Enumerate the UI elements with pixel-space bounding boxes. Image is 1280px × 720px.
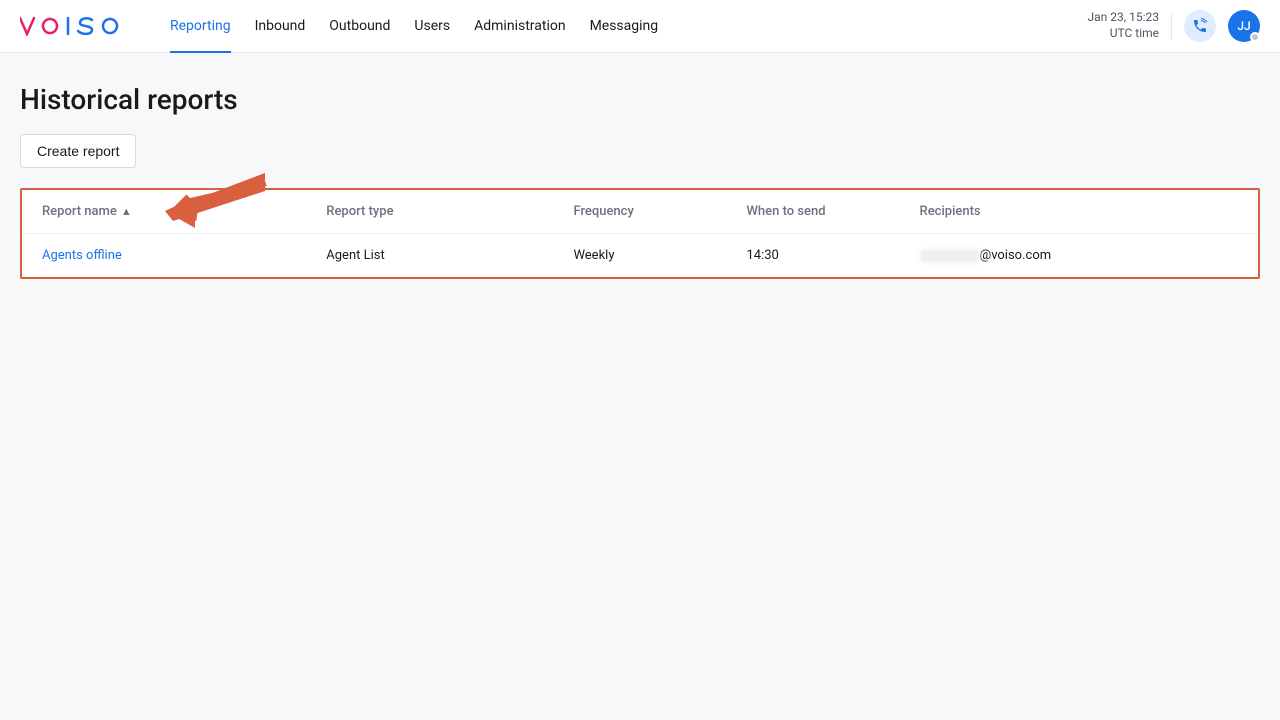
nav-label: Reporting (170, 18, 231, 34)
dialer-button[interactable] (1184, 10, 1216, 42)
nav-outbound[interactable]: Outbound (317, 0, 402, 52)
datetime-display: Jan 23, 15:23 UTC time (1088, 10, 1159, 41)
table-row: Agents offline Agent List Weekly 14:30 @… (22, 234, 1258, 278)
col-recipients[interactable]: Recipients (900, 190, 1258, 234)
col-frequency[interactable]: Frequency (553, 190, 726, 234)
cell-report-name[interactable]: Agents offline (22, 234, 306, 278)
divider (1171, 12, 1172, 40)
reports-table: Report name ▲ Report type Frequency When … (22, 190, 1258, 277)
col-report-name[interactable]: Report name ▲ (22, 190, 306, 234)
nav-label: Users (414, 18, 450, 34)
user-avatar[interactable]: JJ (1228, 10, 1260, 42)
col-when-to-send[interactable]: When to send (726, 190, 899, 234)
table-header-row: Report name ▲ Report type Frequency When … (22, 190, 1258, 234)
status-dot-icon (1250, 32, 1260, 42)
create-report-label: Create report (37, 143, 119, 159)
avatar-initials: JJ (1237, 19, 1250, 33)
header-label: Report name (42, 204, 117, 219)
header-label: Frequency (573, 204, 633, 219)
page-title: Historical reports (20, 83, 1260, 116)
header-label: Recipients (920, 204, 981, 219)
nav-inbound[interactable]: Inbound (243, 0, 318, 52)
sort-asc-icon: ▲ (121, 205, 132, 218)
datetime-line2: UTC time (1088, 26, 1159, 42)
nav-users[interactable]: Users (402, 0, 462, 52)
main-nav: Reporting Inbound Outbound Users Adminis… (158, 0, 670, 52)
cell-frequency: Weekly (553, 234, 726, 278)
nav-label: Inbound (255, 18, 306, 34)
nav-administration[interactable]: Administration (462, 0, 577, 52)
header-label: When to send (746, 204, 825, 219)
topbar: Reporting Inbound Outbound Users Adminis… (0, 0, 1280, 53)
header-label: Report type (326, 204, 393, 219)
phone-icon (1192, 18, 1208, 34)
nav-reporting[interactable]: Reporting (158, 0, 243, 52)
nav-label: Administration (474, 18, 565, 34)
cell-report-type: Agent List (306, 234, 553, 278)
reports-table-container: Report name ▲ Report type Frequency When … (20, 188, 1260, 279)
datetime-line1: Jan 23, 15:23 (1088, 10, 1159, 26)
nav-label: Messaging (590, 18, 659, 34)
nav-messaging[interactable]: Messaging (578, 0, 671, 52)
nav-label: Outbound (329, 18, 390, 34)
create-report-button[interactable]: Create report (20, 134, 136, 168)
report-name-link: Agents offline (42, 248, 122, 263)
col-report-type[interactable]: Report type (306, 190, 553, 234)
topbar-right: Jan 23, 15:23 UTC time JJ (1088, 10, 1260, 42)
recipient-suffix: @voiso.com (980, 248, 1052, 263)
redacted-text (920, 249, 980, 263)
page-content: Historical reports Create report Report … (0, 53, 1280, 299)
cell-when: 14:30 (726, 234, 899, 278)
logo[interactable] (20, 16, 128, 36)
cell-recipients: @voiso.com (900, 234, 1258, 278)
